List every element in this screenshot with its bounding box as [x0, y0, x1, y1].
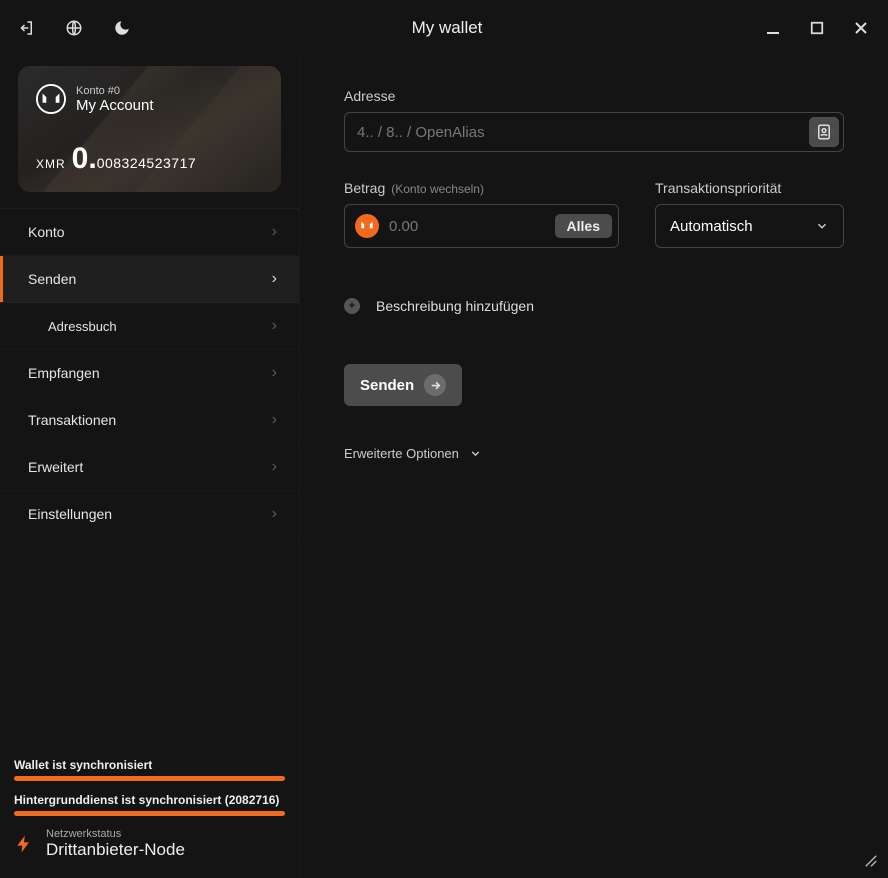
nav-label: Erweitert [28, 459, 83, 475]
maximize-button[interactable] [806, 17, 828, 39]
address-input[interactable] [357, 124, 809, 141]
monero-logo-icon [36, 84, 66, 114]
nav-item-adressbuch[interactable]: Adressbuch › [0, 303, 299, 350]
wallet-sync-bar [14, 776, 285, 781]
account-name: My Account [76, 97, 154, 114]
account-sub: Konto #0 [76, 85, 154, 97]
advanced-options-toggle[interactable]: Erweiterte Optionen [344, 446, 844, 461]
send-button[interactable]: Senden [344, 364, 462, 406]
sidebar: Konto #0 My Account XMR 0.008324523717 K… [0, 56, 300, 878]
chevron-down-icon [469, 447, 482, 460]
nav-label: Empfangen [28, 365, 100, 381]
resize-handle-icon[interactable] [864, 854, 878, 868]
network-status[interactable]: Netzwerkstatus Drittanbieter-Node [14, 828, 285, 860]
send-panel: Adresse Betrag (Konto wechseln) Alles [300, 56, 888, 878]
globe-icon[interactable] [64, 18, 84, 38]
account-balance: XMR 0.008324523717 [36, 142, 263, 176]
nav-label: Konto [28, 224, 65, 240]
daemon-sync-bar [14, 811, 285, 816]
network-status-main: Drittanbieter-Node [46, 840, 185, 860]
amount-input[interactable] [389, 218, 545, 235]
address-label: Adresse [344, 88, 844, 104]
priority-value: Automatisch [670, 218, 753, 235]
arrow-right-circle-icon [424, 374, 446, 396]
nav-label: Transaktionen [28, 412, 116, 428]
amount-label: Betrag [344, 180, 385, 196]
nav-item-empfangen[interactable]: Empfangen › [0, 350, 299, 397]
priority-label: Transaktionspriorität [655, 180, 844, 196]
wallet-sync-label: Wallet ist synchronisiert [14, 758, 285, 772]
amount-input-wrap: Alles [344, 204, 619, 248]
all-button[interactable]: Alles [555, 214, 612, 238]
chevron-right-icon: › [272, 223, 277, 241]
moon-icon[interactable] [112, 18, 132, 38]
logout-icon[interactable] [16, 18, 36, 38]
monero-coin-icon [355, 214, 379, 238]
address-input-wrap [344, 112, 844, 152]
nav-label: Senden [28, 271, 76, 287]
chevron-right-icon: › [272, 270, 277, 288]
balance-big: 0. [72, 142, 97, 175]
nav-item-erweitert[interactable]: Erweitert › [0, 444, 299, 491]
send-button-label: Senden [360, 377, 414, 394]
chevron-right-icon: › [272, 317, 277, 335]
sidebar-bottom: Wallet ist synchronisiert Hintergrunddie… [0, 746, 299, 878]
nav-label: Einstellungen [28, 506, 112, 522]
network-status-sub: Netzwerkstatus [46, 828, 185, 840]
account-card[interactable]: Konto #0 My Account XMR 0.008324523717 [18, 66, 281, 192]
account-card-wrap: Konto #0 My Account XMR 0.008324523717 [0, 56, 299, 196]
titlebar: My wallet [0, 0, 888, 56]
chevron-down-icon [815, 219, 829, 233]
titlebar-left-icons [16, 18, 132, 38]
close-button[interactable] [850, 17, 872, 39]
bolt-icon [14, 830, 34, 858]
account-head-text: Konto #0 My Account [76, 85, 154, 114]
chevron-right-icon: › [272, 458, 277, 476]
main-layout: Konto #0 My Account XMR 0.008324523717 K… [0, 56, 888, 878]
add-description-label: Beschreibung hinzufügen [376, 298, 534, 314]
window-title: My wallet [132, 18, 762, 38]
nav-item-konto[interactable]: Konto › [0, 208, 299, 256]
chevron-right-icon: › [272, 364, 277, 382]
daemon-sync-label: Hintergrunddienst ist synchronisiert (20… [14, 793, 285, 807]
chevron-right-icon: › [272, 411, 277, 429]
sidebar-nav: Konto › Senden › Adressbuch › Empfangen … [0, 208, 299, 538]
amount-hint[interactable]: (Konto wechseln) [391, 182, 484, 196]
priority-select[interactable]: Automatisch [655, 204, 844, 248]
daemon-sync-block: Hintergrunddienst ist synchronisiert (20… [14, 793, 285, 816]
window-controls [762, 17, 872, 39]
nav-label: Adressbuch [48, 319, 117, 334]
nav-item-senden[interactable]: Senden › [0, 256, 299, 303]
add-description-button[interactable]: + Beschreibung hinzufügen [344, 298, 844, 314]
amount-label-row: Betrag (Konto wechseln) [344, 180, 619, 196]
wallet-sync-block: Wallet ist synchronisiert [14, 758, 285, 781]
minimize-button[interactable] [762, 17, 784, 39]
nav-item-einstellungen[interactable]: Einstellungen › [0, 491, 299, 538]
plus-circle-icon: + [344, 298, 360, 314]
nav-item-transaktionen[interactable]: Transaktionen › [0, 397, 299, 444]
chevron-right-icon: › [272, 505, 277, 523]
advanced-options-label: Erweiterte Optionen [344, 446, 459, 461]
balance-small: 008324523717 [97, 155, 196, 171]
balance-currency: XMR [36, 157, 66, 171]
address-book-button[interactable] [809, 117, 839, 147]
